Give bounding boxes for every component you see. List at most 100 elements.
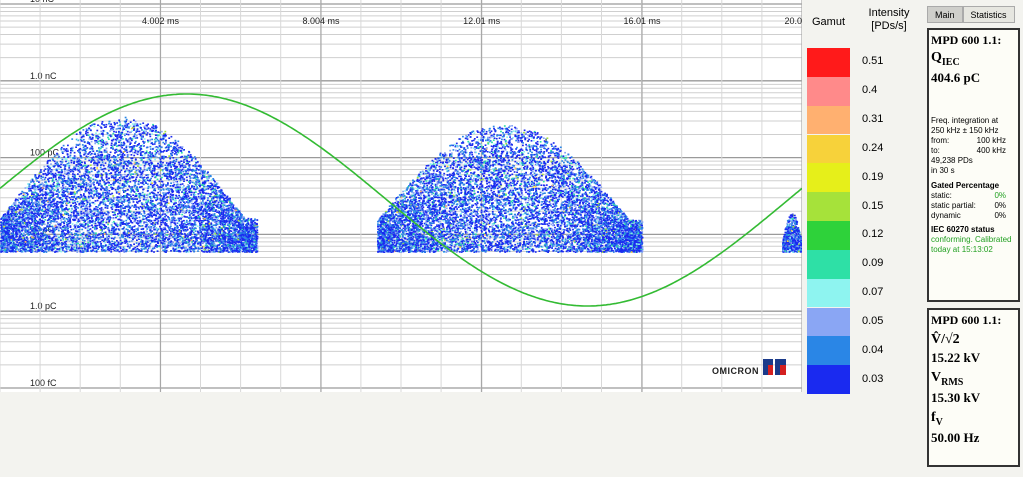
- pd-point: [63, 170, 66, 172]
- pd-point: [188, 165, 191, 168]
- prpd-chart-svg[interactable]: 10 nC1.0 nC100 pC10 pC1.0 pC100 fC4.002 …: [0, 0, 802, 392]
- pd-point: [116, 122, 118, 124]
- pd-point: [171, 217, 173, 219]
- pd-point: [43, 251, 45, 253]
- pd-point: [211, 219, 214, 222]
- pd-point: [91, 197, 94, 199]
- pd-point: [129, 143, 131, 145]
- pd-point: [98, 156, 101, 158]
- pd-point: [181, 220, 184, 223]
- pd-point: [187, 195, 190, 197]
- pd-point: [197, 246, 200, 249]
- pd-point: [68, 156, 71, 158]
- pd-point: [156, 250, 159, 252]
- pd-point: [128, 230, 131, 232]
- pd-point: [197, 195, 200, 198]
- prpd-plot[interactable]: 10 nC1.0 nC100 pC10 pC1.0 pC100 fC4.002 …: [0, 0, 802, 392]
- pd-point: [83, 204, 86, 207]
- pd-point: [83, 193, 85, 195]
- pd-point: [95, 219, 97, 221]
- pd-point: [222, 213, 225, 215]
- pd-point: [128, 240, 131, 243]
- pd-point: [136, 220, 139, 222]
- pd-point: [113, 123, 116, 126]
- pd-point: [44, 168, 47, 170]
- pd-point: [127, 133, 130, 136]
- pd-point: [129, 181, 132, 183]
- pd-point: [91, 187, 94, 190]
- pd-point: [199, 192, 201, 194]
- pd-point: [131, 213, 133, 216]
- pd-point: [53, 181, 55, 184]
- pd-point: [75, 196, 78, 199]
- pd-point: [150, 177, 152, 180]
- pd-point: [106, 207, 109, 209]
- pd-point: [76, 236, 79, 239]
- pd-point: [48, 189, 51, 191]
- y-tick-label: 10 nC: [30, 0, 55, 4]
- pd-point: [60, 211, 62, 214]
- pd-point: [23, 245, 26, 248]
- pd-point: [110, 163, 113, 166]
- pd-point: [116, 160, 119, 162]
- pd-point: [98, 147, 100, 149]
- pd-point: [97, 142, 100, 145]
- pd-point: [179, 206, 182, 209]
- pd-point: [66, 238, 69, 241]
- pd-point: [125, 167, 128, 170]
- pd-point: [28, 185, 31, 187]
- pd-point: [50, 212, 52, 215]
- pd-point: [81, 149, 84, 152]
- pd-point: [110, 234, 113, 237]
- pd-point: [102, 195, 105, 197]
- pd-point: [149, 148, 152, 150]
- pd-point: [143, 138, 146, 140]
- pd-point: [194, 247, 197, 249]
- pd-point: [136, 153, 139, 156]
- pd-point: [71, 184, 74, 187]
- pd-point: [197, 214, 200, 217]
- pd-point: [99, 166, 102, 169]
- pd-point: [72, 173, 74, 175]
- pd-point: [87, 134, 90, 136]
- pd-point: [69, 154, 72, 157]
- pd-point: [41, 179, 44, 181]
- pd-point: [42, 194, 44, 197]
- pd-point: [149, 206, 151, 208]
- pd-point: [201, 242, 204, 244]
- pd-point: [77, 178, 80, 180]
- pd-point: [205, 250, 208, 253]
- pd-point: [177, 140, 180, 143]
- pd-point: [189, 206, 192, 208]
- pd-point: [99, 195, 102, 198]
- pd-point: [108, 182, 110, 184]
- pd-point: [78, 247, 80, 249]
- pd-point: [145, 174, 148, 176]
- pd-point: [220, 202, 223, 205]
- pd-point: [108, 122, 110, 125]
- pd-point: [118, 130, 120, 133]
- pd-point: [107, 194, 110, 197]
- pd-point: [42, 235, 45, 238]
- pd-point: [219, 221, 222, 224]
- pd-point: [179, 166, 182, 168]
- pd-point: [173, 183, 176, 186]
- pd-point: [139, 154, 142, 156]
- pd-point: [210, 218, 213, 220]
- pd-point: [160, 223, 163, 226]
- pd-point: [147, 201, 150, 203]
- pd-point: [110, 142, 113, 145]
- pd-point: [131, 123, 134, 125]
- pd-point: [39, 190, 42, 193]
- pd-point: [59, 217, 62, 219]
- pd-point: [99, 174, 102, 177]
- pd-point: [197, 250, 199, 252]
- pd-point: [175, 180, 177, 183]
- pd-point: [64, 158, 67, 160]
- pd-point: [182, 189, 185, 191]
- pd-point: [188, 243, 191, 245]
- pd-point: [190, 245, 193, 248]
- pd-point: [101, 161, 104, 163]
- pd-point: [157, 146, 159, 149]
- pd-point: [193, 156, 196, 158]
